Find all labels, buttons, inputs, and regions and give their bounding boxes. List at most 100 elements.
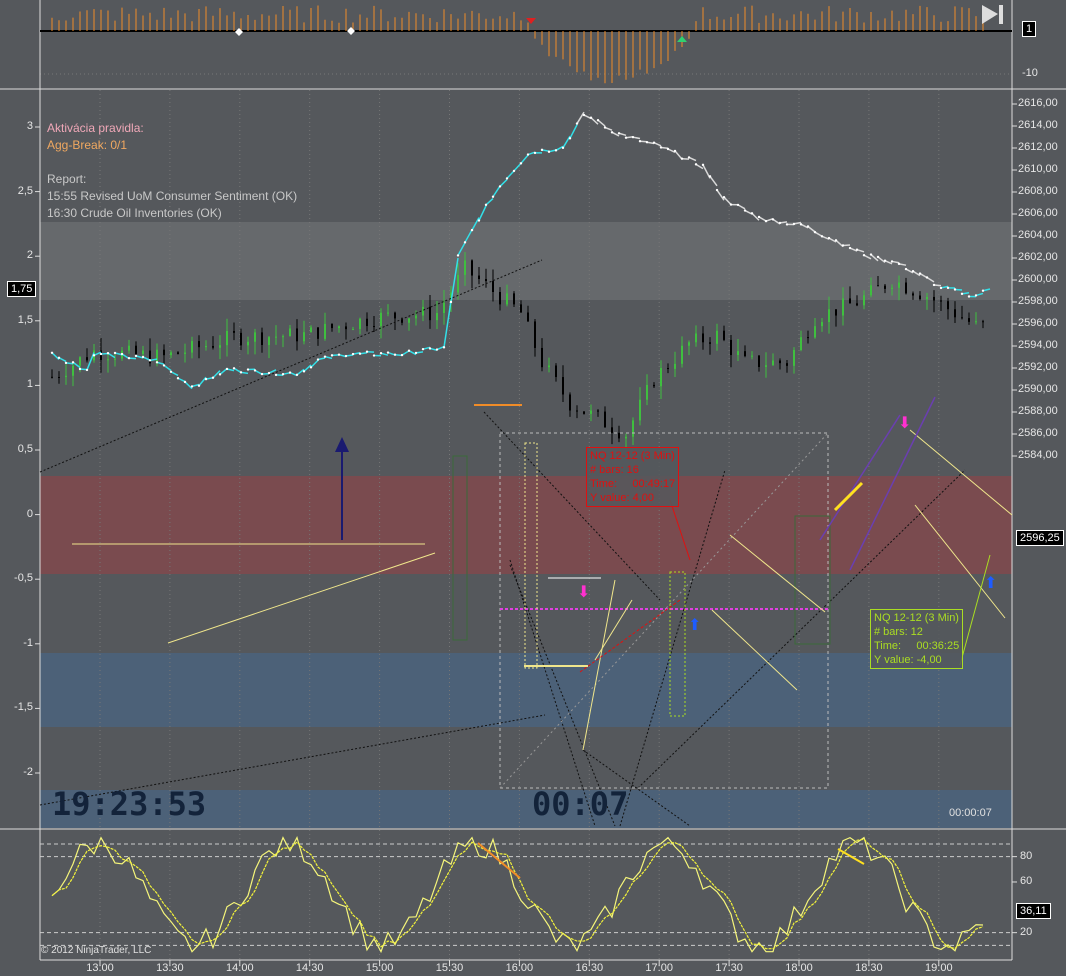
candle-body: [142, 350, 144, 354]
measure-title: NQ 12-12 (3 Min): [590, 450, 675, 462]
candle-body: [653, 384, 655, 387]
play-to-end-button[interactable]: [982, 5, 1003, 24]
candle-body: [79, 357, 81, 366]
candle-body: [177, 352, 179, 354]
chart-canvas[interactable]: ⬇ ⬇ ⬆ ⬆: [0, 0, 1066, 976]
measure-box-red[interactable]: NQ 12-12 (3 Min) # bars: 16 Time: 00:49:…: [586, 447, 680, 507]
candle-body: [975, 321, 977, 323]
candle-body: [471, 260, 473, 276]
bar-countdown: 00:07: [532, 785, 629, 823]
ratio-line-segment: [443, 300, 452, 348]
time-tick-label: 17:30: [715, 962, 743, 974]
ratio-point: [589, 116, 593, 119]
ratio-point: [806, 225, 810, 228]
left-tick-label: 0,5: [17, 443, 33, 455]
ratio-point: [127, 356, 131, 360]
ratio-point: [694, 163, 698, 166]
ratio-line-segment: [758, 216, 767, 222]
ratio-line-segment: [716, 189, 725, 201]
ratio-point: [260, 372, 264, 376]
ratio-point: [568, 137, 572, 140]
ratio-point: [470, 228, 474, 232]
candle-body: [282, 336, 284, 338]
price-tick-label: 2602,00: [1018, 251, 1058, 263]
candle-body: [275, 336, 277, 338]
blue-band: [40, 653, 1012, 727]
candle-body: [926, 296, 928, 300]
ratio-point: [918, 272, 922, 275]
ratio-point: [743, 209, 747, 212]
price-tick-label: 2612,00: [1018, 141, 1058, 153]
candle-body: [436, 313, 438, 321]
price-tick-label: 2586,00: [1018, 427, 1058, 439]
candle-body: [513, 293, 515, 305]
candle-body: [912, 293, 914, 296]
time-tick-label: 15:00: [365, 962, 394, 974]
ratio-point: [890, 260, 894, 263]
ratio-line-segment: [590, 117, 599, 125]
measure-time: Time: 00:36:25: [874, 640, 960, 652]
ratio-point: [64, 361, 68, 365]
ratio-point: [547, 150, 551, 153]
ratio-point: [883, 259, 887, 262]
ratio-point: [309, 366, 313, 369]
time-tick-label: 18:30: [855, 962, 883, 974]
ratio-point: [841, 244, 845, 247]
ratio-point: [624, 136, 628, 139]
measure-box-green[interactable]: NQ 12-12 (3 Min) # bars: 12 Time: 00:36:…: [870, 609, 964, 669]
ratio-point: [442, 346, 446, 349]
candle-body: [611, 427, 613, 433]
rule-activation-label: Aktivácia pravidla:: [47, 121, 144, 135]
candle-body: [891, 287, 893, 289]
magenta-arrow-down-icon: ⬇: [898, 415, 911, 432]
candle-body: [520, 304, 522, 313]
ratio-point: [288, 371, 292, 374]
ratio-line-segment: [709, 175, 718, 187]
candle-body: [191, 341, 193, 353]
candle-body: [849, 298, 851, 304]
candle-body: [863, 295, 865, 306]
ratio-point: [673, 149, 677, 153]
ratio-point: [50, 351, 54, 354]
ratio-line-segment: [478, 205, 487, 221]
measure-yvalue: Y value: -4,00: [874, 654, 942, 666]
candle-body: [338, 326, 340, 329]
ratio-point: [561, 146, 565, 150]
oscillator-value-tag: 36,11: [1016, 903, 1051, 919]
magenta-arrow-down-icon: ⬇: [577, 584, 590, 601]
ratio-point: [820, 235, 824, 238]
ratio-point: [645, 141, 649, 144]
candle-body: [814, 326, 816, 338]
ratio-point: [862, 254, 866, 257]
left-tick-label: 3: [26, 120, 33, 132]
time-tick-label: 17:00: [645, 962, 673, 974]
candle-body: [429, 306, 431, 321]
candle-body: [163, 349, 165, 356]
candle-body: [184, 352, 186, 354]
ratio-point: [526, 153, 530, 156]
candle-body: [667, 368, 669, 370]
candle-body: [702, 333, 704, 343]
ratio-point: [99, 352, 103, 356]
candle-body: [303, 332, 305, 342]
left-tick-label: -2: [23, 766, 33, 778]
ratio-point: [463, 241, 467, 244]
candle-body: [261, 332, 263, 345]
arrow-up-icon[interactable]: [335, 437, 349, 452]
histogram: [51, 5, 984, 84]
price-tick-label: 2594,00: [1018, 339, 1058, 351]
ratio-point: [708, 175, 712, 178]
ratio-line-segment: [674, 150, 683, 160]
candle-body: [443, 302, 445, 314]
ratio-point: [295, 373, 299, 377]
candle-body: [58, 376, 60, 378]
ratio-point: [596, 118, 600, 122]
candle-body: [968, 318, 970, 322]
ratio-point: [85, 368, 89, 372]
candle-body: [709, 342, 711, 344]
ratio-point: [162, 364, 166, 367]
price-tick-label: 2610,00: [1018, 163, 1058, 175]
candle-body: [359, 318, 361, 330]
measure-time: Time: 00:49:17: [590, 478, 676, 490]
report-line: 15:55 Revised UoM Consumer Sentiment (OK…: [47, 189, 298, 203]
